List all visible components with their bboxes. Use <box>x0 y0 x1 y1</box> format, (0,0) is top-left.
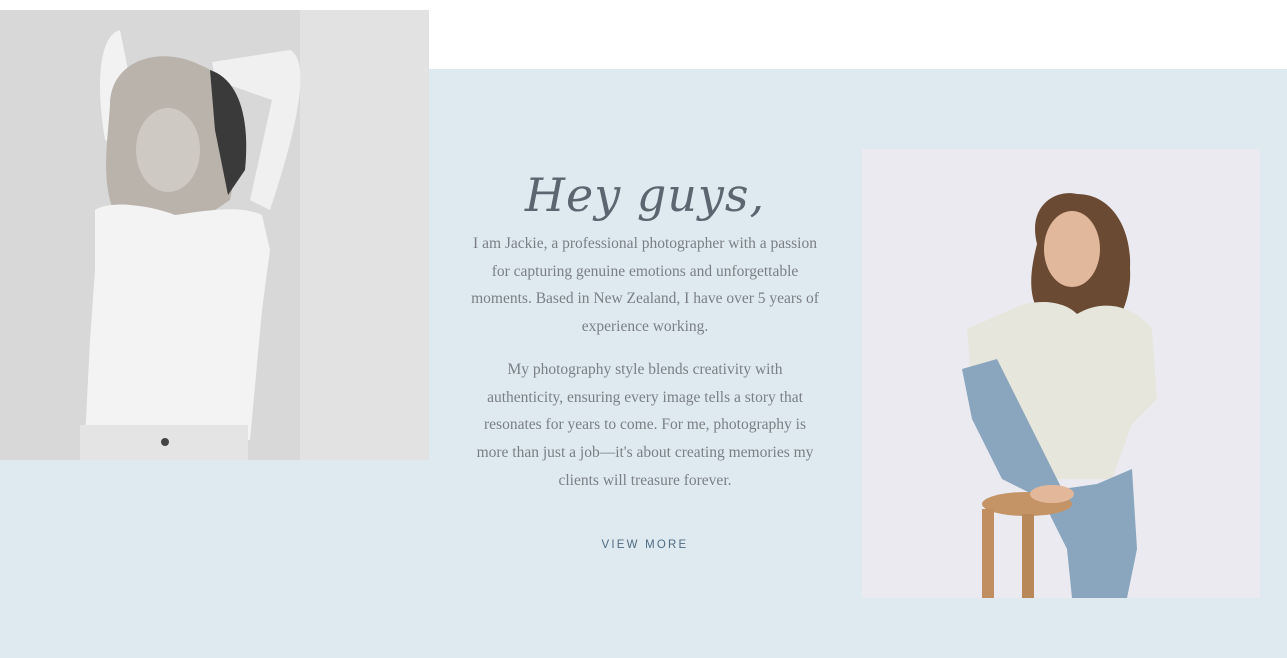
intro-paragraph: I am Jackie, a professional photographer… <box>471 235 819 336</box>
greeting-heading: Hey guys, <box>524 168 766 222</box>
style-paragraph: My photography style blends creativity w… <box>476 360 814 489</box>
model-portrait-photo <box>0 10 429 460</box>
photographer-portrait-photo <box>862 149 1260 598</box>
about-text-block: Hey guys, I am Jackie, a professional ph… <box>470 160 820 553</box>
view-more-link[interactable]: VIEW MORE <box>602 539 689 551</box>
